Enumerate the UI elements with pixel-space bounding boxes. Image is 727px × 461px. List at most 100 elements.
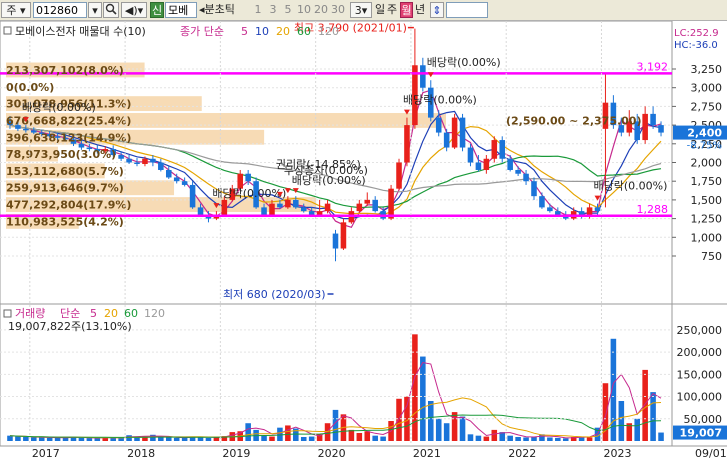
volume-bar [523,437,529,441]
candle-body [165,169,172,178]
period-20[interactable]: 20 [313,2,329,18]
volume-bar [356,433,363,441]
price-axis: 7501,0001,2501,5001,7502,0002,2502,5002,… [672,63,727,263]
volume-tick-label: 200,000 [677,346,723,359]
x-tick-label: 2023 [603,447,631,460]
tick-selector[interactable]: ◂분초틱 [199,2,249,18]
volume-title: 거래량 [15,307,45,320]
price-tick-label: 1,000 [691,231,723,244]
extra-input[interactable] [446,2,488,18]
volume-bar [547,437,553,441]
volume-bar [7,435,13,441]
volume-bar [348,429,355,441]
volume-profile-label: 213,307,102(8.0%) [6,64,124,77]
volume-bar [173,437,180,441]
market-label: 주 [6,4,17,17]
period-select[interactable]: 3▾ [350,2,372,18]
month-button[interactable]: 월 [400,2,413,18]
x-tick-label: 2022 [508,447,536,460]
candle-body [642,113,648,141]
volume-bar [483,436,490,441]
candle-body [420,65,426,88]
candle-body [316,211,323,215]
vol-ma20-label: 20 [104,307,118,320]
period-30[interactable]: 30 [330,2,346,18]
ma20-label: 20 [276,25,290,38]
volume-bar [634,418,640,441]
candle-body [531,181,537,197]
day-button[interactable]: 일 [375,2,387,18]
period-10[interactable]: 10 [296,2,312,18]
candle-body [158,162,164,170]
event-annotation: 배당락(0.00%) [22,101,96,114]
volume-profile-label: 477,292,804(17.9%) [6,199,131,212]
candle-body [507,158,513,170]
candle-body [451,117,458,148]
magnifier-icon[interactable] [103,2,119,18]
event-annotation: 배당락(0.00%) [427,56,501,69]
volume-bar [277,427,283,441]
event-annotation: 배당락(0.00%) [403,94,477,107]
updown-arrows-icon[interactable]: ⇕ [430,2,444,18]
stock-code-input[interactable]: 012860 [33,2,87,18]
price-tick-label: 2,750 [691,100,723,113]
volume-bar [555,437,561,441]
volume-bar [467,434,474,441]
current-volume-label: 19,007 [680,427,722,440]
volume-bar [372,435,378,441]
volume-tick-label: 250,000 [677,324,723,337]
code-dropdown-button[interactable]: ▾ [88,2,102,18]
volume-bar [261,435,267,441]
candle-body [459,117,466,148]
vol-ma5-label: 5 [90,307,97,320]
volume-bar [515,437,521,441]
volume-bar [380,436,386,441]
ma60-label: 60 [297,25,311,38]
year-button[interactable]: 년 [415,2,427,18]
candle-body [181,181,188,185]
vol-ma120-label: 120 [144,307,165,320]
week-button[interactable]: 주 [387,2,399,18]
candle-body [300,207,307,212]
candle-body [23,128,29,131]
market-select[interactable]: 주 ▾ [1,2,31,18]
speaker-icon[interactable]: ◀)▾ [121,2,147,18]
candle-body [555,211,561,215]
volume-bar [420,356,426,441]
volume-bar [38,437,45,441]
candle-body [483,158,490,170]
candle-body [293,199,299,208]
candle-body [142,158,148,164]
volume-bar [46,437,53,441]
candle-body [126,158,132,163]
price-tick-label: 3,250 [691,63,723,76]
period-1[interactable]: 1 [251,2,265,18]
event-annotation: 배당락(0.00%) [292,174,366,187]
volume-collapse-box[interactable] [3,309,12,318]
period-select-value: 3 [354,4,362,17]
volume-bar [586,437,593,441]
credit-badge[interactable]: 신 [150,2,164,18]
collapse-box[interactable] [3,26,12,35]
candle-body [285,199,291,208]
all-time-low-label: 최저 680 (2020/03) [223,288,326,301]
x-tick-label: 09/01 [695,447,727,460]
volume-profile-label: 78,973,950(3.0%) [6,148,116,161]
volume-ma-label: 단순 [60,307,80,320]
x-tick-label: 2017 [32,447,60,460]
candle-body [364,199,371,204]
ma-label: 종가 단순 [180,25,224,38]
stock-chart: 3,1921,288 213,307,102(8.0%)0(0.0%)301,0… [0,21,727,460]
candle-body [221,199,228,215]
candle-body [499,140,506,159]
candle-body [324,203,331,212]
volume-bar [78,437,85,441]
volume-bar [308,436,315,441]
volume-bar [451,412,458,441]
volume-profile-label: 259,913,646(9.7%) [6,182,124,195]
period-5[interactable]: 5 [281,2,295,18]
period-3[interactable]: 3 [266,2,280,18]
volume-bar [642,369,648,441]
volume-tick-label: 50,000 [684,413,723,426]
line-value-label: 1,288 [637,203,669,216]
